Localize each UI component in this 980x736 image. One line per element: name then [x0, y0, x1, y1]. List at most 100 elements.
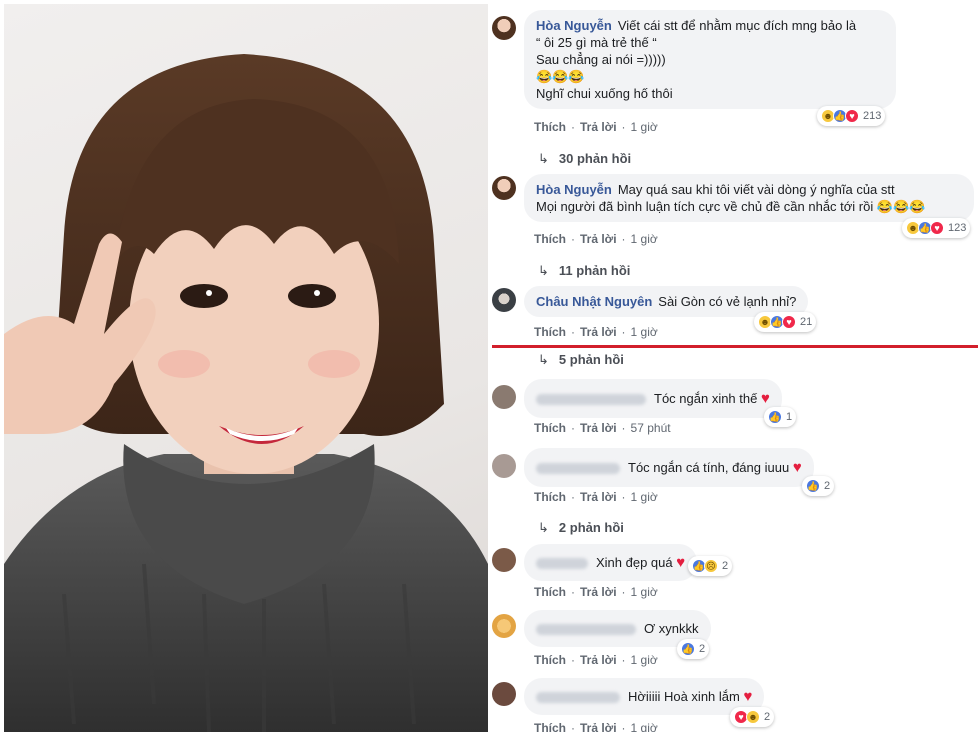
- reply-button[interactable]: Trả lời: [580, 585, 617, 599]
- comment-time[interactable]: 1 giờ: [631, 585, 658, 599]
- comment-time[interactable]: 1 giờ: [631, 232, 658, 246]
- comment-time[interactable]: 1 giờ: [631, 120, 658, 134]
- like-button[interactable]: Thích: [534, 120, 566, 134]
- comment-bubble: Hòa Nguyễn May quá sau khi tôi viết vài d…: [524, 174, 974, 222]
- comment-text: Viết cái stt để nhằm mục đích mng bảo là: [617, 18, 857, 33]
- love-reaction-icon: ♥: [782, 315, 796, 329]
- avatar[interactable]: [492, 548, 516, 572]
- reaction-count: 123: [948, 222, 967, 234]
- comment-time[interactable]: 1 giờ: [631, 721, 658, 732]
- reaction-count: 2: [722, 560, 729, 572]
- blurred-name[interactable]: [536, 394, 646, 406]
- view-replies-link[interactable]: ↳ 30 phản hồi: [538, 151, 631, 167]
- like-reaction-icon: 👍: [681, 642, 695, 656]
- reply-button[interactable]: Trả lời: [580, 325, 617, 339]
- reaction-count: 213: [863, 110, 882, 122]
- avatar[interactable]: [492, 288, 516, 312]
- comment-time[interactable]: 1 giờ: [631, 325, 658, 339]
- comment-bubble: Tóc ngắn xinh thế ♥: [524, 379, 782, 418]
- commenter-name[interactable]: Hòa Nguyễn: [536, 182, 612, 197]
- like-button[interactable]: Thích: [534, 325, 566, 339]
- reaction-summary[interactable]: ☻ 👍 ♥ 21: [754, 312, 817, 332]
- comment-actions: Thích · Trả lời · 1 giờ: [534, 721, 658, 732]
- blurred-name[interactable]: [536, 558, 588, 570]
- reaction-summary[interactable]: 👍 2: [677, 639, 710, 659]
- reaction-summary[interactable]: ☻ 👍 ♥ 213: [817, 106, 886, 126]
- like-button[interactable]: Thích: [534, 721, 566, 732]
- blurred-name[interactable]: [536, 624, 636, 636]
- view-replies-link[interactable]: ↳ 5 phản hồi: [538, 352, 624, 368]
- commenter-name[interactable]: Hòa Nguyễn: [536, 18, 612, 33]
- comment-text: May quá sau khi tôi viết vài dòng ý nghĩ…: [617, 182, 895, 197]
- comment-time[interactable]: 57 phút: [631, 421, 671, 435]
- selfie-photo: [4, 4, 488, 732]
- avatar[interactable]: [492, 614, 516, 638]
- comment-text: Hờiiiii Hoà xinh lắm: [628, 689, 740, 704]
- reaction-count: 2: [764, 711, 771, 723]
- comment-text: Mọi người đã bình luận tích cực về chủ đ…: [536, 199, 926, 214]
- comment-text: Tóc ngắn cá tính, đáng iuuu: [628, 460, 790, 475]
- comment-text: 😂😂😂: [536, 69, 585, 84]
- reply-arrow-icon: ↳: [538, 263, 549, 278]
- sad-reaction-icon: ☹: [704, 559, 718, 573]
- comment-bubble: Tóc ngắn cá tính, đáng iuuu ♥: [524, 448, 814, 487]
- image-divider: [492, 345, 978, 348]
- avatar[interactable]: [492, 385, 516, 409]
- avatar[interactable]: [492, 454, 516, 478]
- comment-time[interactable]: 1 giờ: [631, 490, 658, 504]
- reaction-summary[interactable]: 👍 ☹ 2: [688, 556, 733, 576]
- reply-button[interactable]: Trả lời: [580, 721, 617, 732]
- comment-actions: Thích · Trả lời · 1 giờ: [534, 232, 658, 246]
- reply-button[interactable]: Trả lời: [580, 120, 617, 134]
- heart-emoji-icon: ♥: [743, 688, 753, 705]
- like-button[interactable]: Thích: [534, 421, 566, 435]
- like-button[interactable]: Thích: [534, 585, 566, 599]
- comment-time[interactable]: 1 giờ: [631, 653, 658, 667]
- reaction-summary[interactable]: 👍 2: [802, 476, 835, 496]
- like-reaction-icon: 👍: [806, 479, 820, 493]
- comment-text: Xinh đẹp quá: [596, 555, 673, 570]
- comment-actions: Thích · Trả lời · 1 giờ: [534, 490, 658, 504]
- comment-text: Nghĩ chui xuống hố thôi: [536, 86, 673, 101]
- like-button[interactable]: Thích: [534, 490, 566, 504]
- blurred-name[interactable]: [536, 463, 620, 475]
- love-reaction-icon: ♥: [930, 221, 944, 235]
- commenter-name[interactable]: Châu Nhật Nguyên: [536, 294, 652, 309]
- comment-text: Tóc ngắn xinh thế: [654, 391, 758, 406]
- comment-thread: Hòa Nguyễn Viết cái stt để nhằm mục đích …: [492, 4, 978, 732]
- comment-text: Ơ xynkkk: [644, 621, 699, 636]
- replies-count: 2 phản hồi: [558, 520, 624, 535]
- reply-button[interactable]: Trả lời: [580, 232, 617, 246]
- comment-bubble: Xinh đẹp quá ♥: [524, 544, 698, 581]
- reaction-count: 2: [699, 643, 706, 655]
- replies-count: 5 phản hồi: [558, 352, 624, 367]
- comment-bubble: Hờiiiii Hoà xinh lắm ♥: [524, 678, 765, 715]
- avatar[interactable]: [492, 16, 516, 40]
- comment-text: Sau chẳng ai nói =))))): [536, 52, 666, 67]
- comment-actions: Thích · Trả lời · 1 giờ: [534, 325, 658, 339]
- comment-actions: Thích · Trả lời · 1 giờ: [534, 120, 658, 134]
- reaction-summary[interactable]: ☻ 👍 ♥ 123: [902, 218, 971, 238]
- like-button[interactable]: Thích: [534, 232, 566, 246]
- heart-emoji-icon: ♥: [760, 390, 770, 407]
- avatar[interactable]: [492, 176, 516, 200]
- blurred-name[interactable]: [536, 692, 620, 704]
- like-button[interactable]: Thích: [534, 653, 566, 667]
- reply-arrow-icon: ↳: [538, 151, 549, 166]
- view-replies-link[interactable]: ↳ 2 phản hồi: [538, 520, 624, 536]
- reply-arrow-icon: ↳: [538, 352, 549, 367]
- like-reaction-icon: 👍: [768, 410, 782, 424]
- reply-button[interactable]: Trả lời: [580, 421, 617, 435]
- love-reaction-icon: ♥: [845, 109, 859, 123]
- heart-emoji-icon: ♥: [676, 554, 686, 571]
- reaction-summary[interactable]: ♥ ☻ 2: [730, 707, 775, 727]
- reply-button[interactable]: Trả lời: [580, 490, 617, 504]
- heart-emoji-icon: ♥: [792, 459, 802, 476]
- reaction-summary[interactable]: 👍 1: [764, 407, 797, 427]
- view-replies-link[interactable]: ↳ 11 phản hồi: [538, 263, 630, 279]
- replies-count: 11 phản hồi: [558, 263, 631, 278]
- replies-count: 30 phản hồi: [558, 151, 632, 166]
- reply-button[interactable]: Trả lời: [580, 653, 617, 667]
- selfie-illustration: [4, 54, 488, 732]
- avatar[interactable]: [492, 682, 516, 706]
